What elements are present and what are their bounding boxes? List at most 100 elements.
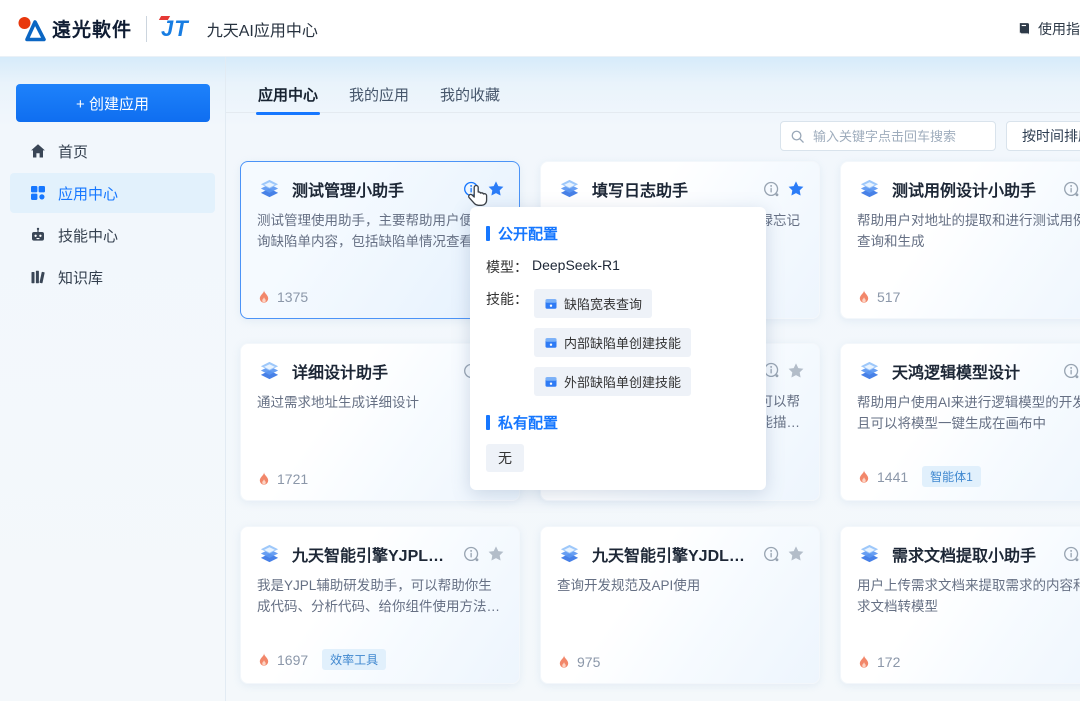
info-icon[interactable] [1063,363,1080,380]
card-header: 测试用例设计小助手 [841,162,1080,201]
section-bar [486,226,490,241]
app-card-description: 用户上传需求文档来提取需求的内容和需求文档转模型 [857,575,1080,618]
card-footer: 172 [857,654,900,670]
app-card-title: 详细设计助手 [292,359,457,383]
flame-icon [257,471,271,487]
skill-tag: 外部缺陷单创建技能 [534,367,691,396]
skill-icon [544,375,558,389]
app-icon [857,360,882,383]
star-icon[interactable] [787,545,805,563]
info-icon[interactable] [1063,546,1080,563]
category-tag: 效率工具 [322,649,386,670]
card-header: 需求文档提取小助手 [841,527,1080,566]
star-filled-icon[interactable] [487,180,505,198]
app-icon [557,178,582,201]
flame-icon [257,652,271,668]
app-icon [257,543,282,566]
card-footer: 517 [857,289,900,305]
app-card-title: 测试用例设计小助手 [892,177,1057,201]
flame-icon [557,654,571,670]
app-card[interactable]: 九天智能引擎YJDL开... 查询开发规范及API使用 975 [540,526,820,684]
tab-my-favorites[interactable]: 我的收藏 [440,84,500,106]
tab-app-center[interactable]: 应用中心 [258,84,318,106]
app-card-description: 测试管理使用助手，主要帮助用户便捷查询缺陷单内容，包括缺陷单情况查看、缺陷单创建… [257,210,503,253]
app-card-description: 帮助用户使用AI来进行逻辑模型的开发，且可以将模型一键生成在画布中 [857,392,1080,435]
page-title: 九天AI应用中心 [207,17,318,41]
app-icon [857,178,882,201]
info-icon[interactable] [1063,181,1080,198]
star-icon[interactable] [487,545,505,563]
library-books-icon [30,269,46,285]
app-card-title: 需求文档提取小助手 [892,542,1057,566]
public-config-header: 公开配置 [486,223,750,244]
sidebar-item-home[interactable]: 首页 [10,131,215,171]
app-card-title: 天鸿逻辑模型设计 [892,359,1057,383]
usage-count: 1441 [877,469,908,485]
card-footer: 1721 [257,471,308,487]
card-footer: 1375 [257,289,308,305]
usage-count: 1697 [277,652,308,668]
flame-icon [857,654,871,670]
usage-count: 517 [877,289,900,305]
card-footer: 1697 效率工具 [257,649,386,670]
app-center-grid-icon [30,185,46,201]
app-icon [557,543,582,566]
app-card[interactable]: 九天智能引擎YJPL开... 我是YJPL辅助研发助手，可以帮助你生成代码、分析代… [240,526,520,684]
info-icon[interactable] [763,546,780,563]
robot-icon [30,227,46,243]
sidebar-item-knowledge-base[interactable]: 知识库 [10,257,215,297]
app-header: 遠光軟件 JT 九天AI应用中心 使用指南 [0,0,1080,57]
header-divider [146,16,147,42]
book-icon [1017,21,1032,36]
usage-count: 1375 [277,289,308,305]
app-icon [857,543,882,566]
config-popup: 公开配置 模型： DeepSeek-R1 技能： 缺陷宽表查询 内部缺陷单创建技… [470,207,766,490]
home-icon [30,143,46,159]
info-icon[interactable] [463,546,480,563]
app-card[interactable]: 天鸿逻辑模型设计帮助用户使用AI来进行逻辑模型的开发，且可以将模型一键生成在画布… [840,343,1080,501]
app-card-description: 我是YJPL辅助研发助手，可以帮助你生成代码、分析代码、给你组件使用方法的建议.… [257,575,503,618]
usage-count: 172 [877,654,900,670]
card-header: 九天智能引擎YJDL开... [541,527,819,566]
card-footer: 1441 智能体1 [857,466,981,487]
card-footer: 975 [557,654,600,670]
model-value: DeepSeek-R1 [532,257,620,277]
sidebar-item-app-center[interactable]: 应用中心 [10,173,215,213]
card-header: 九天智能引擎YJPL开... [241,527,519,566]
sidebar-nav: 首页 应用中心 技能中心 [0,131,225,297]
info-icon[interactable] [763,181,780,198]
jt-logo: JT [161,16,189,42]
app-card-description: 帮助用户对地址的提取和进行测试用例的查询和生成 [857,210,1080,253]
skill-icon [544,336,558,350]
app-card-title: 九天智能引擎YJPL开... [292,542,457,566]
tab-bar: 应用中心 我的应用 我的收藏 [258,84,500,106]
model-row: 模型： DeepSeek-R1 [486,257,750,277]
brand-area: 遠光軟件 JT 九天AI应用中心 [16,0,318,57]
app-card-title: 九天智能引擎YJDL开... [592,542,757,566]
app-card-title: 测试管理小助手 [292,177,457,201]
usage-guide-link[interactable]: 使用指南 [1017,0,1080,57]
star-filled-icon[interactable] [787,180,805,198]
card-header: 测试管理小助手 [241,162,519,201]
info-icon[interactable] [463,181,480,198]
private-config-header: 私有配置 [486,412,750,433]
usage-count: 975 [577,654,600,670]
skill-tag: 缺陷宽表查询 [534,289,652,318]
app-window: 遠光軟件 JT 九天AI应用中心 使用指南 + 创建应用 [0,0,1080,701]
app-card-title: 填写日志助手 [592,177,757,201]
app-card[interactable]: 需求文档提取小助手用户上传需求文档来提取需求的内容和需求文档转模型 172 [840,526,1080,684]
skill-tag: 内部缺陷单创建技能 [534,328,691,357]
star-icon[interactable] [787,362,805,380]
app-icon [257,360,282,383]
category-tag: 智能体1 [922,466,981,487]
tab-my-apps[interactable]: 我的应用 [349,84,409,106]
app-card[interactable]: 测试用例设计小助手帮助用户对地址的提取和进行测试用例的查询和生成 517 [840,161,1080,319]
flame-icon [857,469,871,485]
app-card-description: 查询开发规范及API使用 [557,575,803,596]
private-config-value: 无 [486,444,524,472]
sidebar-item-skill-center[interactable]: 技能中心 [10,215,215,255]
create-app-button[interactable]: + 创建应用 [16,84,210,122]
yuanguang-logo-icon [16,15,46,42]
sidebar: + 创建应用 首页 应用中心 [0,57,226,701]
usage-count: 1721 [277,471,308,487]
